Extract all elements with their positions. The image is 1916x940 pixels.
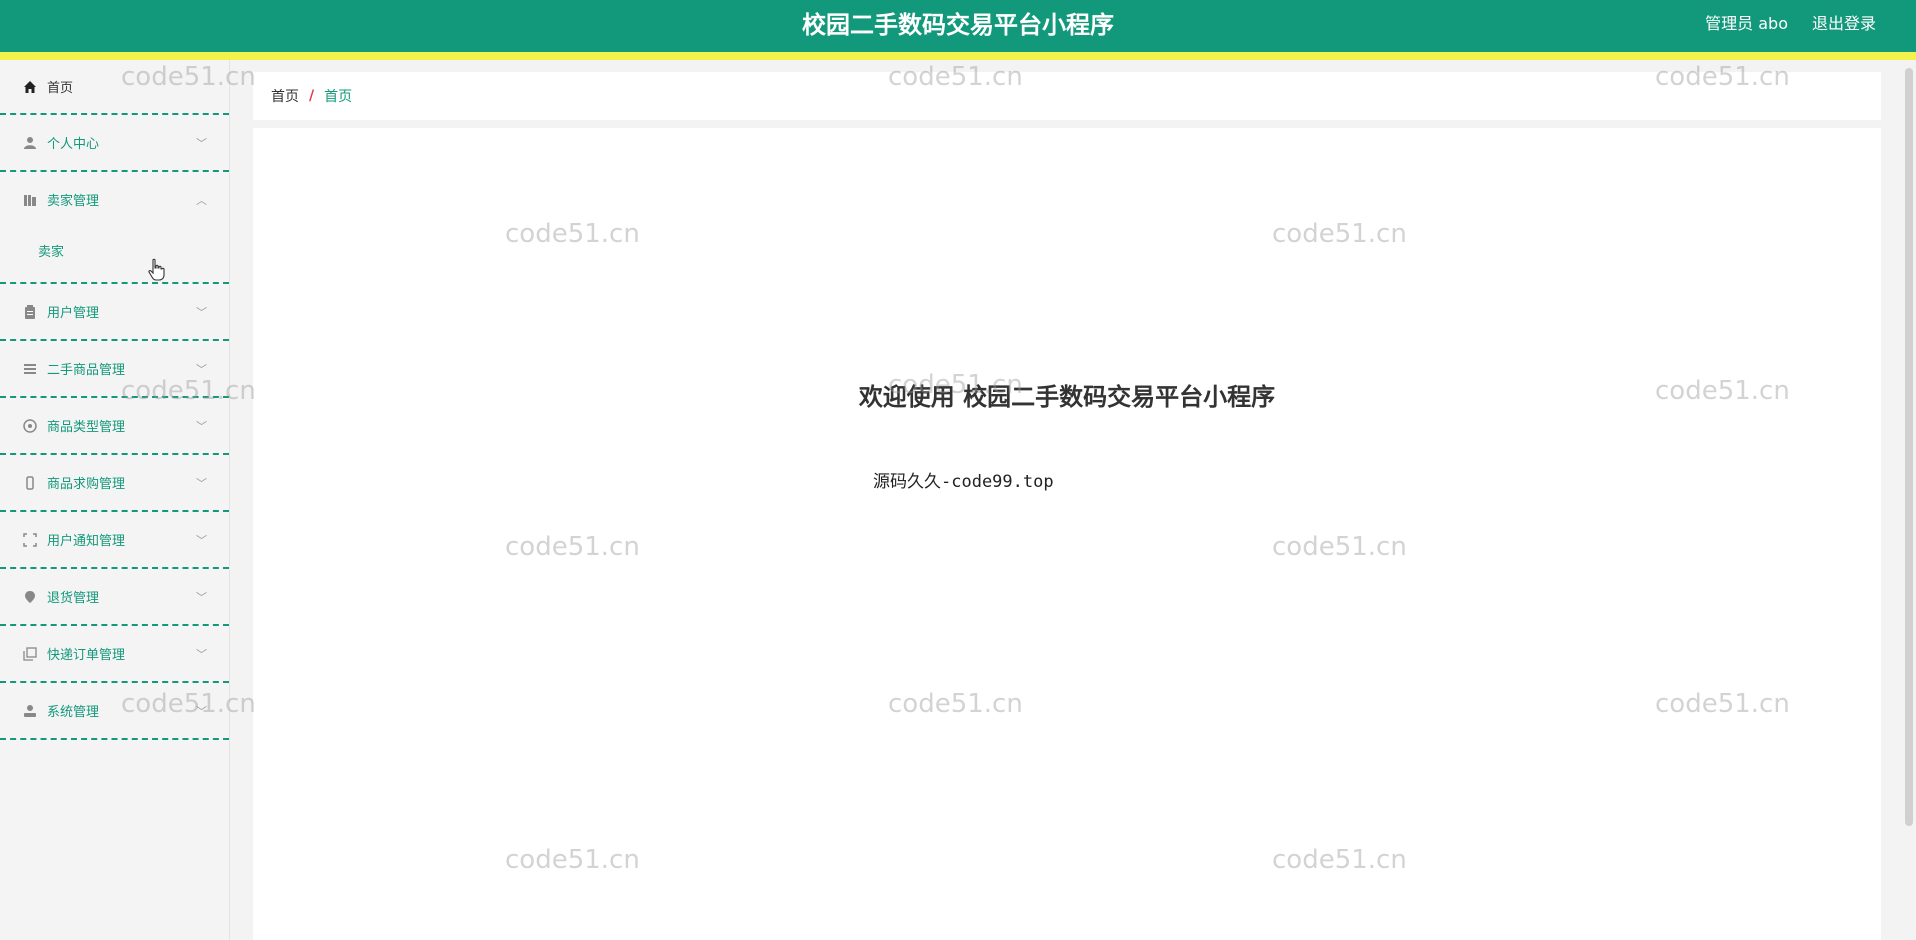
sidebar-item-returns[interactable]: 退货管理 ﹀ [0, 569, 229, 626]
library-icon [22, 192, 38, 208]
sidebar-item-label: 卖家管理 [47, 194, 100, 209]
admin-icon [22, 703, 38, 719]
chevron-up-icon: ︿ [196, 194, 207, 207]
hand-cursor-icon [148, 258, 165, 281]
chevron-down-icon: ﹀ [196, 591, 207, 604]
sidebar-item-label: 用户通知管理 [47, 534, 126, 549]
user-icon [22, 135, 38, 151]
chevron-down-icon: ﹀ [196, 705, 207, 718]
chevron-down-icon: ﹀ [196, 363, 207, 376]
submenu-item-seller[interactable]: 卖家 [38, 241, 64, 260]
sidebar-item-label: 首页 [47, 81, 74, 96]
fullscreen-icon [22, 532, 38, 548]
app-title: 校园二手数码交易平台小程序 [802, 11, 1114, 39]
aperture-icon [22, 418, 38, 434]
sidebar-item-seller[interactable]: 卖家管理 ︿ 卖家 [0, 172, 229, 284]
sidebar-item-users[interactable]: 用户管理 ﹀ [0, 284, 229, 341]
sidebar-item-label: 退货管理 [47, 591, 100, 606]
sidebar-item-user-notice[interactable]: 用户通知管理 ﹀ [0, 512, 229, 569]
sidebar-item-second-hand-goods[interactable]: 二手商品管理 ﹀ [0, 341, 229, 398]
sidebar-item-label: 二手商品管理 [47, 363, 126, 378]
chevron-down-icon: ﹀ [196, 137, 207, 150]
chevron-down-icon: ﹀ [196, 420, 207, 433]
sidebar-item-purchase-request[interactable]: 商品求购管理 ﹀ [0, 455, 229, 512]
copy-icon [22, 646, 38, 662]
sidebar-item-label: 系统管理 [47, 705, 100, 720]
location-icon [22, 589, 38, 605]
sidebar-item-label: 商品类型管理 [47, 420, 126, 435]
header-actions: 管理员 abo 退出登录 [1705, 14, 1876, 34]
phone-icon [22, 475, 38, 491]
admin-user-label: 管理员 abo [1705, 14, 1788, 33]
chevron-down-icon: ﹀ [196, 306, 207, 319]
top-header: 校园二手数码交易平台小程序 管理员 abo 退出登录 [0, 0, 1916, 60]
sidebar-item-goods-type[interactable]: 商品类型管理 ﹀ [0, 398, 229, 455]
breadcrumb-current: 首页 [324, 89, 353, 105]
sidebar-item-profile[interactable]: 个人中心 ﹀ [0, 115, 229, 172]
welcome-heading: 欢迎使用 校园二手数码交易平台小程序 [858, 383, 1276, 411]
main-content: 欢迎使用 校园二手数码交易平台小程序 源码久久-code99.top [253, 128, 1881, 940]
sidebar: 首页 个人中心 ﹀ 卖家管理 ︿ 卖家 用户管理 ﹀ 二手商品管理 ﹀ 商品类型… [0, 60, 230, 940]
sidebar-item-label: 商品求购管理 [47, 477, 126, 492]
chevron-down-icon: ﹀ [196, 534, 207, 547]
list-icon [22, 361, 38, 377]
chevron-down-icon: ﹀ [196, 477, 207, 490]
breadcrumb-home-link[interactable]: 首页 [271, 86, 299, 106]
source-credit-text: 源码久久-code99.top [873, 472, 1054, 492]
vertical-scrollbar[interactable] [1905, 68, 1913, 826]
breadcrumb: 首页 / 首页 [253, 72, 1881, 120]
sidebar-item-label: 个人中心 [47, 137, 100, 152]
sidebar-item-label: 快递订单管理 [47, 648, 126, 663]
breadcrumb-separator: / [309, 88, 315, 104]
sidebar-item-system[interactable]: 系统管理 ﹀ [0, 683, 229, 740]
sidebar-item-home[interactable]: 首页 [0, 60, 229, 115]
sidebar-item-label: 用户管理 [47, 306, 100, 321]
sidebar-item-express-orders[interactable]: 快递订单管理 ﹀ [0, 626, 229, 683]
home-icon [22, 79, 38, 95]
chevron-down-icon: ﹀ [196, 648, 207, 661]
logout-button[interactable]: 退出登录 [1812, 14, 1876, 34]
clipboard-icon [22, 304, 38, 320]
